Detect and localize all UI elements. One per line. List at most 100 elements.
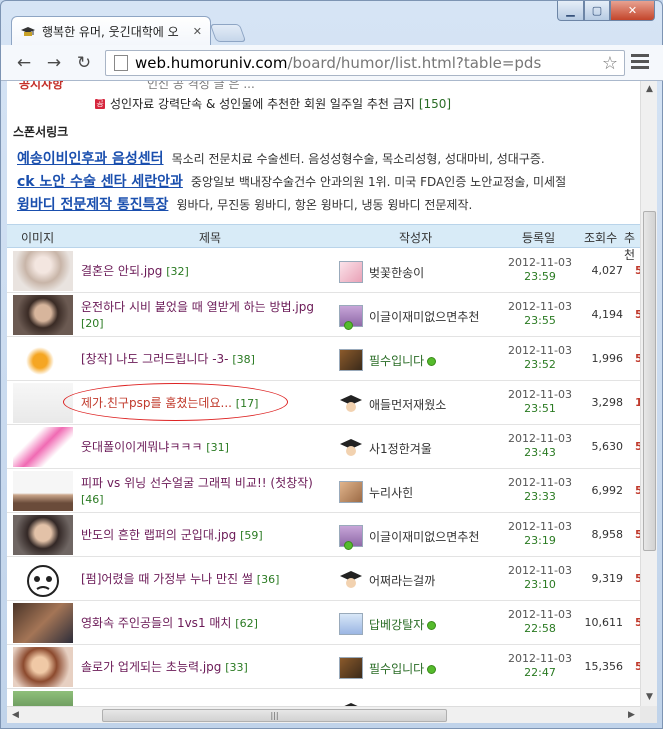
post-title[interactable]: 반도의 흔한 랩퍼의 군입대.jpg [59] — [81, 527, 337, 544]
close-icon[interactable]: ✕ — [193, 25, 202, 38]
reload-icon[interactable]: ↻ — [73, 53, 95, 73]
scrollbar-thumb[interactable]: ||| — [102, 709, 447, 722]
thumbnail[interactable] — [13, 603, 73, 643]
col-views[interactable]: 조회수 — [584, 229, 617, 246]
post-date: 2012-11-03 23:43 — [508, 432, 572, 459]
sponsor-title[interactable]: ck 노안 수술 센타 세란안과 — [17, 174, 183, 190]
thumbnail[interactable] — [13, 515, 73, 555]
hamburger-menu-icon[interactable] — [631, 54, 649, 72]
col-author: 작성자 — [399, 231, 433, 245]
scroll-up-icon[interactable]: ▲ — [641, 81, 658, 98]
post-title[interactable]: 웃대폴이이게뭐냐ㅋㅋㅋ [31] — [81, 439, 337, 456]
online-status-icon — [344, 541, 353, 550]
table-row[interactable]: 결혼은 안되.jpg [32] 벚꽃한송이 2012-11-03 23:59 4,… — [7, 249, 640, 293]
avatar[interactable] — [339, 657, 363, 679]
post-date: 2012-11-03 23:55 — [508, 300, 572, 327]
avatar[interactable] — [339, 481, 363, 503]
view-count: 4,194 — [591, 308, 624, 321]
arrow-left-icon[interactable]: ← — [13, 53, 35, 73]
table-row[interactable]: 피파 vs 위닝 선수얼굴 그래픽 비교!! (첫창작) [46] 누리사힌 2… — [7, 469, 640, 513]
thumbnail[interactable] — [13, 647, 73, 687]
post-title[interactable]: 결혼은 안되.jpg [32] — [81, 263, 337, 280]
author-name[interactable]: 어쩌라는걸까 — [369, 572, 435, 589]
scrollbar-thumb[interactable] — [643, 211, 656, 551]
view-count: 9,319 — [591, 572, 624, 585]
graduation-cap-icon — [20, 24, 36, 40]
thumbnail[interactable] — [13, 251, 73, 291]
table-row[interactable]: 운전하다 시비 붙었을 때 열받게 하는 방법.jpg [20] 이글이재미없으… — [7, 293, 640, 337]
sponsor-link[interactable]: 윙바디 전문제작 통진특장 윙바다, 무진동 윙바디, 항온 윙바디, 냉동 윙바… — [17, 194, 472, 214]
sponsor-link[interactable]: ck 노안 수술 센타 세란안과 중앙일보 백내장수술건수 안과의원 1위. 미국… — [17, 171, 566, 191]
table-row[interactable]: 웃대폴이이게뭐냐ㅋㅋㅋ [31] 사1정한겨울 2012-11-03 23:43 … — [7, 425, 640, 469]
table-header: 이미지 제목 작성자 등록일 조회수 추천 — [7, 224, 640, 262]
tab-strip: 행복한 유머, 웃긴대학에 오 ✕ ▁ ▢ ✕ — [1, 1, 663, 46]
post-title[interactable]: 피파 vs 위닝 선수얼굴 그래픽 비교!! (첫창작) [46] — [81, 475, 337, 508]
table-row[interactable]: [창작] 나도 그러드립니다 -3- [38] 필수입니다 2012-11-03… — [7, 337, 640, 381]
avatar[interactable] — [339, 261, 363, 283]
close-window-button[interactable]: ✕ — [610, 1, 655, 21]
table-row[interactable]: 영화속 주인공들의 1vs1 매치 [62] 답베강탈자 2012-11-03 2… — [7, 601, 640, 645]
post-title[interactable]: [창작] 나도 그러드립니다 -3- [38] — [81, 351, 337, 368]
scroll-down-icon[interactable]: ▼ — [641, 689, 658, 706]
graduation-cap-icon[interactable] — [339, 569, 363, 591]
avatar[interactable] — [339, 349, 363, 371]
notice-item[interactable]: 공 성인자료 강력단속 & 성인물에 추천한 회원 일주일 추천 금지 [150… — [95, 95, 451, 112]
graduation-cap-icon[interactable] — [339, 393, 363, 415]
avatar[interactable] — [339, 613, 363, 635]
post-date: 2012-11-03 23:52 — [508, 344, 572, 371]
sponsor-link[interactable]: 예송이비인후과 음성센터 목소리 전문치료 수술센터. 음성성형수술, 목소리성형… — [17, 148, 545, 168]
thumbnail[interactable] — [13, 427, 73, 467]
post-title[interactable]: 운전하다 시비 붙었을 때 열받게 하는 방법.jpg [20] — [81, 299, 337, 332]
thumbnail[interactable] — [13, 339, 73, 379]
thumbnail[interactable] — [13, 295, 73, 335]
graduation-cap-icon[interactable] — [339, 437, 363, 459]
sponsor-desc: 중앙일보 백내장수술건수 안과의원 1위. 미국 FDA인증 노안교정술, 미세… — [190, 175, 567, 189]
sponsor-title[interactable]: 윙바디 전문제작 통진특장 — [17, 197, 168, 213]
scrollbar-corner — [640, 706, 657, 723]
author-name[interactable]: 필수입니다 — [369, 660, 437, 677]
browser-window: 행복한 유머, 웃긴대학에 오 ✕ ▁ ▢ ✕ ← → ↻ web.humoru… — [0, 0, 663, 729]
online-status-icon — [427, 357, 437, 366]
thumbnail[interactable] — [13, 471, 73, 511]
post-title[interactable]: 영화속 주인공들의 1vs1 매치 [62] — [81, 615, 337, 632]
maximize-button[interactable]: ▢ — [584, 1, 610, 21]
star-icon[interactable]: ☆ — [602, 53, 618, 74]
table-row[interactable] — [7, 689, 640, 706]
sponsor-desc: 목소리 전문치료 수술센터. 음성성형수술, 목소리성형, 성대마비, 성대구증… — [171, 152, 545, 166]
browser-tab[interactable]: 행복한 유머, 웃긴대학에 오 ✕ — [11, 16, 211, 46]
sponsor-title[interactable]: 예송이비인후과 음성센터 — [17, 151, 164, 167]
scroll-right-icon[interactable]: ▶ — [623, 707, 640, 724]
col-date[interactable]: 등록일 — [522, 229, 555, 246]
horizontal-scrollbar[interactable]: ◀ ||| ▶ — [7, 706, 640, 723]
author-name[interactable]: 이글이재미없으면추천 — [369, 308, 479, 325]
page-content: 공지사항 인신 공 격성 글 은 ... 공 성인자료 강력단속 & 성인물에 … — [7, 81, 640, 706]
table-row[interactable]: [펌]어렸을 때 가정부 누나 만진 썰 [36] 어쩌라는걸까 2012-11… — [7, 557, 640, 601]
thumbnail[interactable] — [13, 691, 73, 706]
thumbnail[interactable] — [13, 559, 73, 599]
post-date: 2012-11-03 22:47 — [508, 652, 572, 679]
url-host: web.humoruniv.com — [135, 54, 288, 72]
view-count: 15,356 — [584, 660, 624, 673]
author-name[interactable]: 필수입니다 — [369, 352, 437, 369]
minimize-button[interactable]: ▁ — [557, 1, 584, 21]
author-name[interactable]: 벚꽃한송이 — [369, 264, 424, 281]
author-name[interactable]: 사1정한겨울 — [369, 440, 432, 457]
vertical-scrollbar[interactable]: ▲ ▼ — [640, 81, 657, 706]
sponsor-heading: 스폰서링크 — [13, 125, 69, 139]
new-tab-button[interactable] — [209, 24, 247, 42]
notice-text: 성인자료 강력단속 & 성인물에 추천한 회원 일주일 추천 금지 — [110, 97, 415, 111]
table-row[interactable]: 솔로가 업게되는 초능력.jpg [33] 필수입니다 2012-11-03 22… — [7, 645, 640, 689]
post-title[interactable]: 솔로가 업게되는 초능력.jpg [33] — [81, 659, 337, 676]
arrow-right-icon[interactable]: → — [43, 53, 65, 73]
post-title[interactable]: [펌]어렸을 때 가정부 누나 만진 썰 [36] — [81, 571, 337, 588]
author-name[interactable]: 답베강탈자 — [369, 616, 437, 633]
notice-heading: 공지사항 — [19, 81, 64, 91]
highlight-ellipse — [63, 383, 288, 421]
address-bar[interactable]: web.humoruniv.com/board/humor/list.html?… — [105, 50, 625, 76]
author-name[interactable]: 애들먼저재웠소 — [369, 396, 446, 413]
author-name[interactable]: 누리사힌 — [369, 484, 413, 501]
author-name[interactable]: 이글이재미없으면추천 — [369, 528, 479, 545]
post-date: 2012-11-03 23:19 — [508, 520, 572, 547]
table-row[interactable]: 반도의 흔한 랩퍼의 군입대.jpg [59] 이글이재미없으면추천 2012-… — [7, 513, 640, 557]
scroll-left-icon[interactable]: ◀ — [7, 707, 24, 724]
